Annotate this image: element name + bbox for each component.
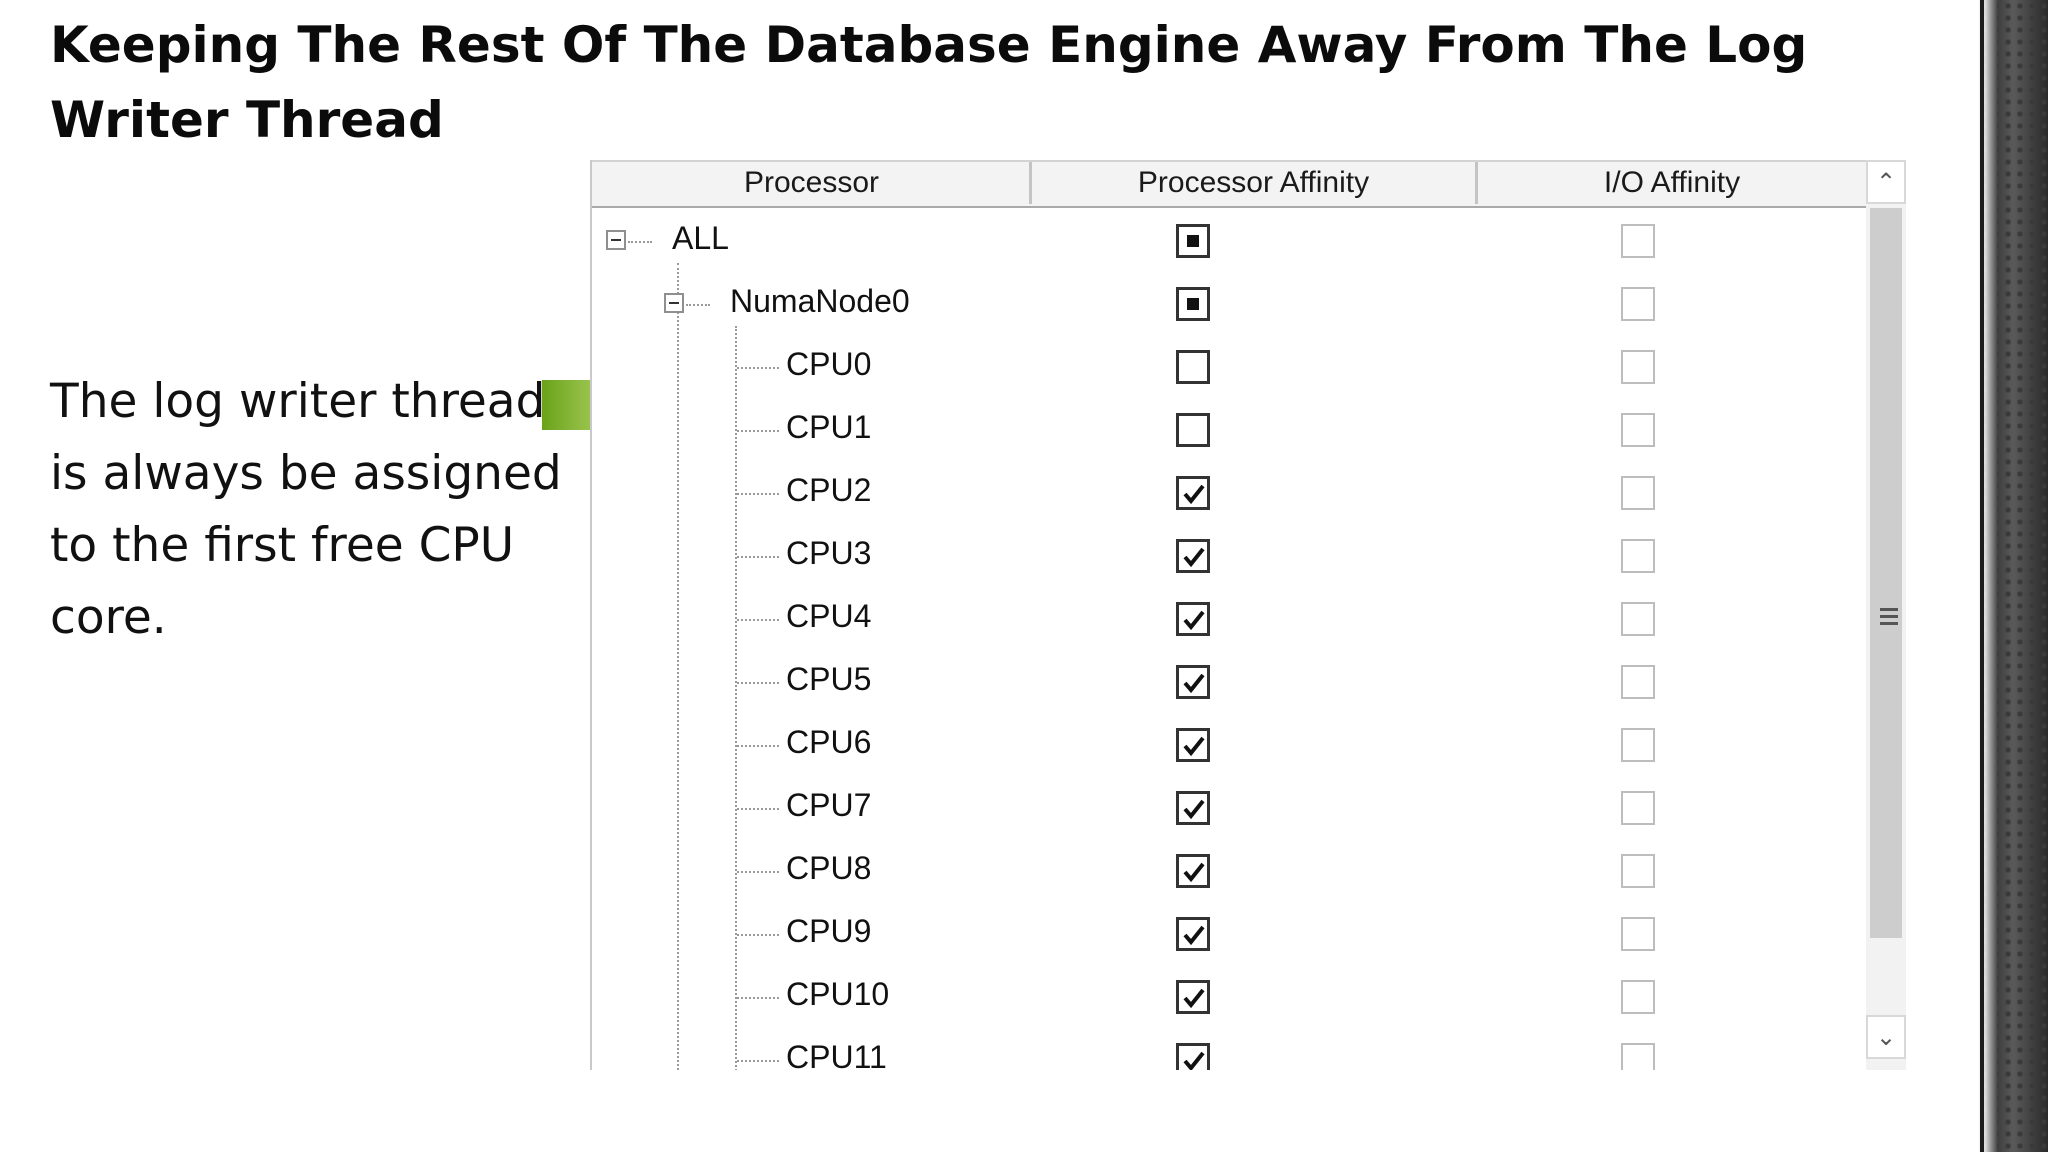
- io-affinity-checkbox[interactable]: [1621, 665, 1655, 699]
- tree-connector: [737, 682, 779, 684]
- tree-node-label: CPU10: [786, 976, 890, 1012]
- slide-title: Keeping The Rest Of The Database Engine …: [50, 16, 1808, 149]
- processor-affinity-checkbox[interactable]: [1176, 476, 1210, 510]
- io-affinity-checkbox[interactable]: [1621, 224, 1655, 258]
- tree-row[interactable]: CPU8: [592, 840, 1866, 903]
- io-affinity-checkbox[interactable]: [1621, 413, 1655, 447]
- tree-row[interactable]: NumaNode0: [592, 273, 1866, 336]
- tree-node-label: NumaNode0: [730, 283, 910, 319]
- processor-affinity-checkbox[interactable]: [1176, 224, 1210, 258]
- tree-row[interactable]: CPU11: [592, 1029, 1866, 1070]
- tree-row[interactable]: CPU5: [592, 651, 1866, 714]
- processor-affinity-checkbox[interactable]: [1176, 602, 1210, 636]
- io-affinity-checkbox[interactable]: [1621, 980, 1655, 1014]
- processor-affinity-checkbox[interactable]: [1176, 980, 1210, 1014]
- tree-connector: [628, 241, 652, 243]
- io-affinity-checkbox[interactable]: [1621, 791, 1655, 825]
- io-affinity-checkbox[interactable]: [1621, 287, 1655, 321]
- vertical-scrollbar[interactable]: ⌃ ⌄: [1866, 160, 1906, 1070]
- tree-row[interactable]: CPU9: [592, 903, 1866, 966]
- tree-row[interactable]: CPU1: [592, 399, 1866, 462]
- tree-row[interactable]: CPU6: [592, 714, 1866, 777]
- io-affinity-checkbox[interactable]: [1621, 350, 1655, 384]
- processor-affinity-checkbox[interactable]: [1176, 728, 1210, 762]
- tree-node-label: CPU9: [786, 913, 872, 949]
- tree-node-label: CPU8: [786, 850, 872, 886]
- grid-header: Processor Processor Affinity I/O Affinit…: [592, 160, 1866, 208]
- tree-row[interactable]: ALL: [592, 210, 1866, 273]
- io-affinity-checkbox[interactable]: [1621, 854, 1655, 888]
- collapse-icon[interactable]: [606, 230, 626, 250]
- processor-affinity-checkbox[interactable]: [1176, 539, 1210, 573]
- processor-affinity-checkbox[interactable]: [1176, 287, 1210, 321]
- io-affinity-checkbox[interactable]: [1621, 1043, 1655, 1070]
- tree-row[interactable]: CPU10: [592, 966, 1866, 1029]
- column-header-processor[interactable]: Processor: [594, 162, 1032, 204]
- processor-affinity-checkbox[interactable]: [1176, 350, 1210, 384]
- chevron-up-icon[interactable]: ⌃: [1866, 160, 1906, 204]
- tree-row[interactable]: CPU4: [592, 588, 1866, 651]
- collapse-icon[interactable]: [664, 293, 684, 313]
- tree-row[interactable]: CPU3: [592, 525, 1866, 588]
- tree-connector: [737, 745, 779, 747]
- io-affinity-checkbox[interactable]: [1621, 539, 1655, 573]
- tree-node-label: CPU0: [786, 346, 872, 382]
- tree-connector: [737, 1060, 779, 1062]
- tree-row[interactable]: CPU7: [592, 777, 1866, 840]
- io-affinity-checkbox[interactable]: [1621, 602, 1655, 636]
- processor-affinity-checkbox[interactable]: [1176, 854, 1210, 888]
- tree-connector: [737, 997, 779, 999]
- tree-row[interactable]: CPU2: [592, 462, 1866, 525]
- tree-node-label: CPU11: [786, 1039, 887, 1070]
- processor-affinity-checkbox[interactable]: [1176, 791, 1210, 825]
- tree-node-label: CPU6: [786, 724, 872, 760]
- tree-node-label: CPU7: [786, 787, 872, 823]
- tree-node-label: CPU1: [786, 409, 872, 445]
- processor-affinity-checkbox[interactable]: [1176, 413, 1210, 447]
- column-header-io-affinity[interactable]: I/O Affinity: [1478, 162, 1866, 204]
- tree-node-label: CPU5: [786, 661, 872, 697]
- tree-connector: [737, 493, 779, 495]
- chevron-down-icon[interactable]: ⌄: [1866, 1015, 1906, 1059]
- io-affinity-checkbox[interactable]: [1621, 728, 1655, 762]
- tree-node-label: CPU3: [786, 535, 872, 571]
- grip-icon: [1880, 608, 1898, 629]
- io-affinity-checkbox[interactable]: [1621, 476, 1655, 510]
- processor-affinity-checkbox[interactable]: [1176, 665, 1210, 699]
- tree-connector: [737, 619, 779, 621]
- tree-node-label: CPU2: [786, 472, 872, 508]
- tree-connector: [737, 934, 779, 936]
- tree-connector: [737, 808, 779, 810]
- decorative-edge-line: [1980, 0, 1984, 1152]
- column-header-processor-affinity[interactable]: Processor Affinity: [1032, 162, 1478, 204]
- io-affinity-checkbox[interactable]: [1621, 917, 1655, 951]
- tree-connector: [737, 556, 779, 558]
- processor-affinity-checkbox[interactable]: [1176, 1043, 1210, 1070]
- tree-connector: [737, 367, 779, 369]
- tree-node-label: CPU4: [786, 598, 872, 634]
- processor-affinity-checkbox[interactable]: [1176, 917, 1210, 951]
- tree-node-label: ALL: [672, 220, 729, 256]
- tree-connector: [737, 430, 779, 432]
- tree-connector: [686, 304, 710, 306]
- processor-affinity-grid: Processor Processor Affinity I/O Affinit…: [590, 160, 1907, 1070]
- slide-body-text: The log writer thread is always be assig…: [50, 374, 562, 645]
- tree-row[interactable]: CPU0: [592, 336, 1866, 399]
- tree-connector: [737, 871, 779, 873]
- scrollbar-thumb[interactable]: [1870, 208, 1902, 938]
